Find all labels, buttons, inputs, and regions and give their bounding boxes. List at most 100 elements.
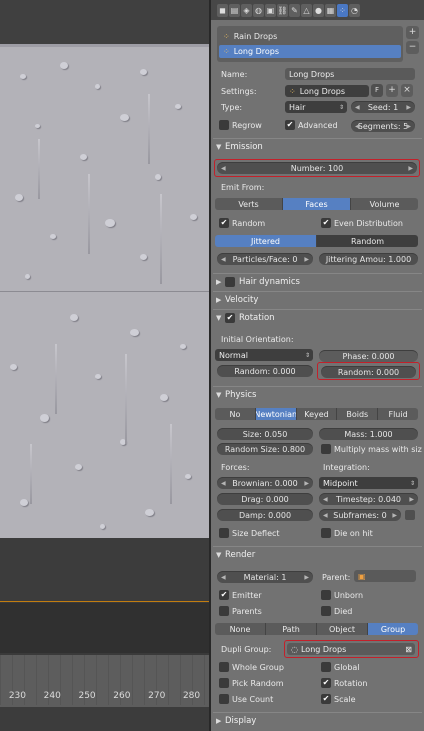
parents-checkbox[interactable]: Parents <box>219 606 262 616</box>
checkmark-icon: ✔ <box>219 218 229 228</box>
physics-tab-icon[interactable]: ◔ <box>349 3 360 17</box>
pick-random-checkbox[interactable]: Pick Random <box>219 678 284 688</box>
unborn-checkbox[interactable]: Unborn <box>321 590 363 600</box>
phase-field[interactable]: Phase: 0.000 <box>319 350 418 362</box>
scale-checkbox[interactable]: ✔ Scale <box>321 694 356 704</box>
physics-panel-header[interactable]: ▼ Physics <box>213 386 422 402</box>
list-item-selected[interactable]: ⁘ Long Drops <box>219 45 401 58</box>
unlink-settings-icon[interactable]: × <box>401 84 413 97</box>
dupli-rotation-checkbox[interactable]: ✔ Rotation <box>321 678 367 688</box>
mass-field[interactable]: Mass: 1.000 <box>319 428 418 440</box>
physics-fluid-button[interactable]: Fluid <box>378 408 418 420</box>
material-tab-icon[interactable]: ● <box>313 3 324 17</box>
3d-viewport[interactable]: 230 240 250 260 270 280 <box>0 0 209 731</box>
add-slot-button[interactable]: + <box>406 26 419 39</box>
rain-streak <box>88 174 90 254</box>
use-count-checkbox[interactable]: Use Count <box>219 694 273 704</box>
subframes-toggle[interactable] <box>405 510 415 520</box>
rain-drop <box>145 509 154 516</box>
modifiers-tab-icon[interactable]: ✎ <box>289 3 300 17</box>
display-panel-header[interactable]: ▶ Display <box>213 712 422 728</box>
render-group-button[interactable]: Group <box>368 623 418 635</box>
global-label: Global <box>334 662 360 672</box>
unborn-label: Unborn <box>334 590 364 600</box>
orientation-dropdown[interactable]: Normal ⇕ <box>215 349 313 361</box>
fake-user-button[interactable]: F <box>371 84 383 97</box>
damp-field[interactable]: Damp: 0.000 <box>217 509 313 521</box>
world-tab-icon[interactable]: ◍ <box>253 3 264 17</box>
arrow-left-icon: ◀ <box>221 479 226 487</box>
render-none-button[interactable]: None <box>215 623 266 635</box>
emission-panel-header[interactable]: ▼ Emission <box>213 138 422 154</box>
constraints-tab-icon[interactable]: ⛓ <box>277 3 288 17</box>
name-field[interactable]: Long Drops <box>285 68 415 80</box>
rain-drop <box>140 254 147 260</box>
seed-field[interactable]: ◀ Seed: 1 ▶ <box>351 101 415 113</box>
died-checkbox[interactable]: Died <box>321 606 352 616</box>
parent-field[interactable]: ▣ <box>354 570 416 582</box>
physics-newtonian-button[interactable]: Newtonian <box>255 408 297 420</box>
jittering-amount-field[interactable]: Jittering Amou: 1.000 <box>319 253 418 265</box>
render-object-button[interactable]: Object <box>317 623 368 635</box>
checkmark-icon: ✔ <box>321 218 331 228</box>
emitter-checkbox[interactable]: ✔ Emitter <box>219 590 262 600</box>
brownian-field[interactable]: ◀ Brownian: 0.000 ▶ <box>217 477 313 489</box>
physics-boids-button[interactable]: Boids <box>337 408 379 420</box>
hair-dynamics-panel-header[interactable]: ▶ Hair dynamics <box>213 273 422 289</box>
scene-tab-icon[interactable]: ◈ <box>241 3 252 17</box>
subframes-field[interactable]: ◀ Subframes: 0 ▶ <box>319 509 401 521</box>
random-size-field[interactable]: Random Size: 0.800 <box>217 443 313 455</box>
segments-field[interactable]: ◀ Segments: 5 ▶ <box>351 120 415 132</box>
whole-group-checkbox[interactable]: Whole Group <box>219 662 284 672</box>
subframes-value: Subframes: 0 <box>333 510 387 520</box>
remove-slot-button[interactable]: − <box>406 41 419 54</box>
render-tab-icon[interactable]: ◼ <box>217 3 228 17</box>
rain-drop <box>105 219 115 227</box>
rain-drop <box>160 394 168 401</box>
texture-tab-icon[interactable]: ▦ <box>325 3 336 17</box>
type-dropdown[interactable]: Hair ⇕ <box>285 101 347 113</box>
type-value: Hair <box>289 102 306 112</box>
layers-tab-icon[interactable]: ▤ <box>229 3 240 17</box>
drag-field[interactable]: Drag: 0.000 <box>217 493 313 505</box>
rotation-random-field[interactable]: Random: 0.000 <box>217 365 313 377</box>
distribution-jittered-button[interactable]: Jittered <box>215 235 317 247</box>
settings-label: Settings: <box>221 87 257 96</box>
integration-dropdown[interactable]: Midpoint ⇕ <box>319 477 418 489</box>
arrow-left-icon: ◀ <box>221 255 226 263</box>
timeline[interactable]: 230 240 250 260 270 280 <box>0 655 209 731</box>
global-checkbox[interactable]: Global <box>321 662 360 672</box>
particles-tab-icon[interactable]: ⁘ <box>337 3 348 17</box>
timestep-field[interactable]: ◀ Timestep: 0.040 ▶ <box>319 493 418 505</box>
even-distribution-checkbox[interactable]: ✔ Even Distribution <box>321 218 403 228</box>
render-path-button[interactable]: Path <box>266 623 317 635</box>
regrow-checkbox[interactable]: Regrow <box>219 120 262 130</box>
collapsed-triangle-icon: ▶ <box>216 277 222 286</box>
rain-streak <box>148 94 150 164</box>
emit-from-verts-button[interactable]: Verts <box>215 198 283 210</box>
list-item[interactable]: ⁘ Rain Drops <box>219 30 401 43</box>
material-field[interactable]: ◀ Material: 1 ▶ <box>217 571 313 583</box>
rotation-panel-header[interactable]: ▼ ✔ Rotation <box>213 309 422 325</box>
new-settings-icon[interactable]: + <box>386 84 398 97</box>
die-on-hit-checkbox[interactable]: Die on hit <box>321 528 373 538</box>
size-field[interactable]: Size: 0.050 <box>217 428 313 440</box>
multiply-mass-checkbox[interactable]: Multiply mass with siz <box>321 444 422 454</box>
size-deflect-checkbox[interactable]: Size Deflect <box>219 528 280 538</box>
physics-no-button[interactable]: No <box>215 408 256 420</box>
velocity-panel-header[interactable]: ▶ Velocity <box>213 291 422 307</box>
render-panel-header[interactable]: ▼ Render <box>213 546 422 562</box>
distribution-random-button[interactable]: Random <box>317 235 418 247</box>
particles-per-face-field[interactable]: ◀ Particles/Face: 0 ▶ <box>217 253 313 265</box>
emit-from-volume-button[interactable]: Volume <box>351 198 418 210</box>
advanced-checkbox[interactable]: ✔ Advanced <box>285 120 338 130</box>
data-tab-icon[interactable]: △ <box>301 3 312 17</box>
random-emission-checkbox[interactable]: ✔ Random <box>219 218 265 228</box>
object-tab-icon[interactable]: ▣ <box>265 3 276 17</box>
rotation-checkbox[interactable]: ✔ <box>225 312 235 323</box>
hair-dynamics-checkbox[interactable] <box>225 276 235 287</box>
arrow-right-icon: ▶ <box>304 479 309 487</box>
settings-datablock[interactable]: ⁘ Long Drops <box>285 85 369 97</box>
physics-keyed-button[interactable]: Keyed <box>296 408 338 420</box>
emit-from-faces-button[interactable]: Faces <box>283 198 351 210</box>
